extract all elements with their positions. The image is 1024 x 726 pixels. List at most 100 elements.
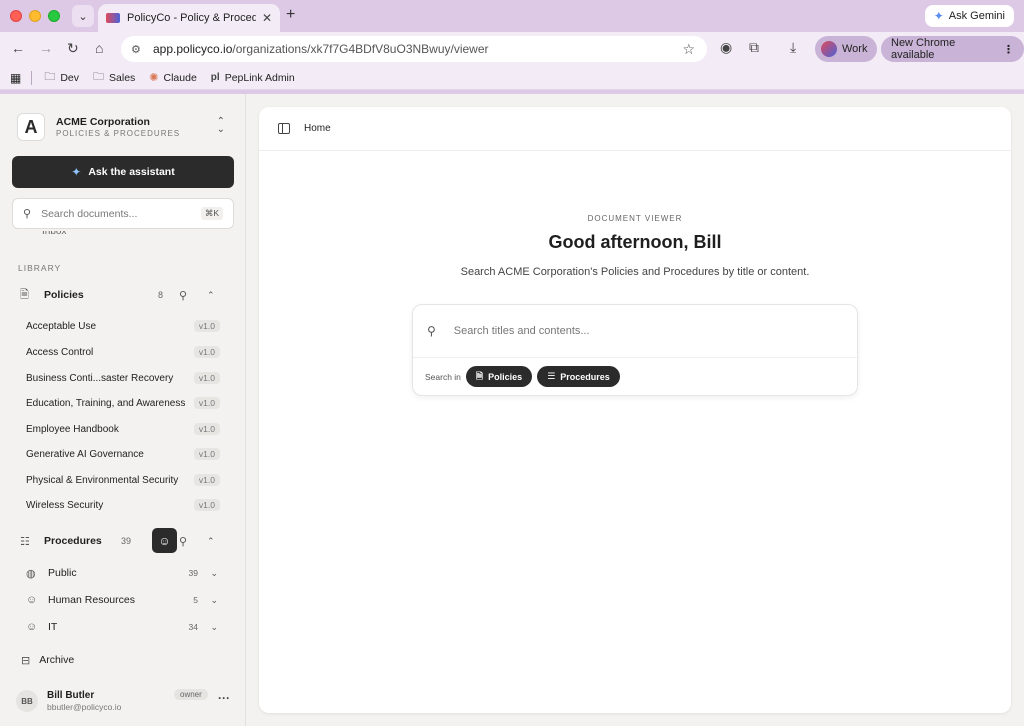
- more-options-icon[interactable]: ···: [218, 691, 230, 705]
- page-eyebrow: DOCUMENT VIEWER: [587, 214, 683, 223]
- document-search-input[interactable]: ⚲ Search titles and contents...: [413, 305, 859, 358]
- browser-tab[interactable]: PolicyCo - Policy & Procedures ✕: [98, 4, 280, 32]
- sidebar-item-archive[interactable]: ⊟ Archive: [12, 649, 234, 671]
- version-badge: v1.0: [193, 474, 220, 486]
- policy-name: Generative AI Governance: [26, 448, 144, 460]
- version-badge: v1.0: [193, 448, 220, 460]
- user-email: bbutler@policyco.io: [47, 702, 122, 712]
- page-title: Good afternoon, Bill: [548, 232, 722, 252]
- procedures-section-header[interactable]: ☷ Procedures 39 ☺ ⚲ ⌃: [12, 528, 234, 553]
- tab-search-button[interactable]: ⌄: [72, 5, 94, 27]
- group-filter-button[interactable]: ☺: [152, 528, 177, 553]
- chevron-up-icon[interactable]: ⌃: [207, 536, 215, 547]
- back-icon[interactable]: ←: [11, 40, 25, 56]
- bookmarks-divider: [31, 70, 33, 85]
- user-menu[interactable]: BB Bill Butler bbutler@policyco.io owner…: [16, 686, 234, 716]
- gemini-icon: ✦: [933, 9, 944, 23]
- policy-name: Acceptable Use: [26, 320, 97, 332]
- sidebar-item-inbox[interactable]: Inbox: [42, 231, 66, 239]
- bookmark-star-icon[interactable]: ☆: [682, 41, 695, 58]
- policies-section-header[interactable]: 🗎 Policies 8 ⚲ ⌃: [12, 283, 234, 307]
- new-tab-button[interactable]: +: [286, 6, 295, 24]
- password-manager-icon[interactable]: ◉: [720, 39, 732, 56]
- sparkle-icon: ✦: [71, 165, 82, 179]
- procedure-group-public[interactable]: ◍ Public 39 ⌄: [12, 562, 234, 584]
- sidebar-search-input[interactable]: ⚲ Search documents... ⌘K: [12, 198, 234, 229]
- avatar: BB: [16, 690, 38, 712]
- forward-icon[interactable]: →: [39, 40, 53, 56]
- bookmark-dev[interactable]: 🗀 Dev: [44, 68, 79, 87]
- library-label: LIBRARY: [18, 263, 62, 273]
- policies-search-icon[interactable]: ⚲: [179, 289, 187, 302]
- bookmark-sales[interactable]: 🗀 Sales: [93, 68, 135, 87]
- user-name: Bill Butler: [47, 690, 95, 701]
- face-icon: ☺: [158, 533, 171, 548]
- breadcrumb: Home: [304, 123, 331, 134]
- ask-assistant-label: Ask the assistant: [88, 166, 175, 178]
- policy-item[interactable]: Wireless Security v1.0: [12, 494, 234, 516]
- filter-policies-button[interactable]: 🗎 Policies: [465, 366, 533, 387]
- shortcut-hint: ⌘K: [200, 207, 223, 220]
- policy-item[interactable]: Education, Training, and Awareness v1.0: [12, 392, 234, 414]
- maximize-window-button[interactable]: [48, 10, 60, 22]
- chevron-down-icon[interactable]: ⌄: [210, 622, 218, 633]
- document-icon: 🗎: [20, 288, 29, 301]
- procedure-group-human-resources[interactable]: ☺ Human Resources 5 ⌄: [12, 589, 234, 611]
- minimize-window-button[interactable]: [29, 10, 41, 22]
- globe-icon: ◍: [26, 567, 36, 580]
- close-tab-icon[interactable]: ✕: [262, 11, 272, 25]
- update-chrome-button[interactable]: New Chrome available ⋮: [881, 36, 1024, 62]
- chevron-down-icon[interactable]: ⌄: [210, 595, 218, 606]
- org-switcher[interactable]: A ACME Corporation POLICIES & PROCEDURES…: [17, 112, 231, 142]
- update-label: New Chrome available: [891, 37, 956, 61]
- home-icon[interactable]: ⌂: [95, 40, 103, 56]
- archive-icon: ⊟: [21, 654, 31, 667]
- bookmark-label: Dev: [60, 71, 80, 84]
- filter-procedures-button[interactable]: ☰ Procedures: [537, 366, 620, 387]
- document-icon: 🗎: [475, 370, 484, 381]
- ask-assistant-button[interactable]: ✦ Ask the assistant: [12, 156, 234, 188]
- claude-icon: ✺: [149, 72, 159, 84]
- procedures-search-icon[interactable]: ⚲: [179, 535, 187, 548]
- procedures-count: 39: [121, 536, 132, 546]
- search-in-label: Search in: [425, 371, 461, 382]
- apps-grid-icon[interactable]: ▦: [10, 71, 21, 85]
- site-info-icon[interactable]: ⚙: [131, 43, 145, 56]
- group-name: Public: [48, 567, 77, 579]
- profile-button[interactable]: Work: [815, 36, 878, 62]
- bookmark-label: PepLink Admin: [224, 71, 295, 84]
- extensions-icon[interactable]: ⧉: [749, 39, 759, 56]
- policy-item[interactable]: Business Conti...saster Recovery v1.0: [12, 367, 234, 389]
- filter-label: Policies: [488, 371, 523, 382]
- url-domain: app.policyco.io: [153, 42, 233, 56]
- bookmark-peplink[interactable]: pl PepLink Admin: [211, 72, 295, 84]
- download-icon[interactable]: ⤓: [790, 39, 796, 56]
- policy-item[interactable]: Physical & Environmental Security v1.0: [12, 469, 234, 491]
- policy-item[interactable]: Employee Handbook v1.0: [12, 418, 234, 440]
- tab-strip: ⌄ PolicyCo - Policy & Procedures ✕ + ✦ A…: [0, 0, 1024, 32]
- app: A ACME Corporation POLICIES & PROCEDURES…: [0, 94, 1024, 726]
- version-badge: v1.0: [193, 372, 220, 384]
- policy-item[interactable]: Generative AI Governance v1.0: [12, 443, 234, 465]
- chevron-up-icon[interactable]: ⌃: [207, 290, 215, 301]
- version-badge: v1.0: [193, 499, 220, 511]
- address-bar[interactable]: ⚙ app.policyco.io/organizations/xk7f7G4B…: [121, 36, 707, 62]
- ask-gemini-button[interactable]: ✦ Ask Gemini: [924, 5, 1014, 27]
- chevron-up-down-icon: ⌃ ⌄: [216, 116, 225, 135]
- toggle-sidebar-icon[interactable]: [278, 123, 290, 134]
- group-name: IT: [48, 621, 58, 633]
- policy-item[interactable]: Acceptable Use v1.0: [12, 315, 234, 337]
- list-icon: ☰: [547, 371, 556, 381]
- procedure-group-it[interactable]: ☺ IT 34 ⌄: [12, 616, 234, 638]
- profile-label: Work: [842, 43, 868, 55]
- policy-item[interactable]: Access Control v1.0: [12, 341, 234, 363]
- document-search-card: ⚲ Search titles and contents... Search i…: [412, 304, 859, 396]
- version-badge: v1.0: [193, 320, 220, 332]
- sidebar-search-placeholder: Search documents...: [41, 207, 138, 220]
- close-window-button[interactable]: [10, 10, 22, 22]
- bookmark-claude[interactable]: ✺ Claude: [149, 71, 197, 85]
- policy-name: Wireless Security: [26, 499, 104, 511]
- reload-icon[interactable]: ↻: [67, 40, 79, 57]
- chevron-down-icon[interactable]: ⌄: [210, 568, 218, 579]
- more-menu-icon[interactable]: ⋮: [1003, 43, 1014, 56]
